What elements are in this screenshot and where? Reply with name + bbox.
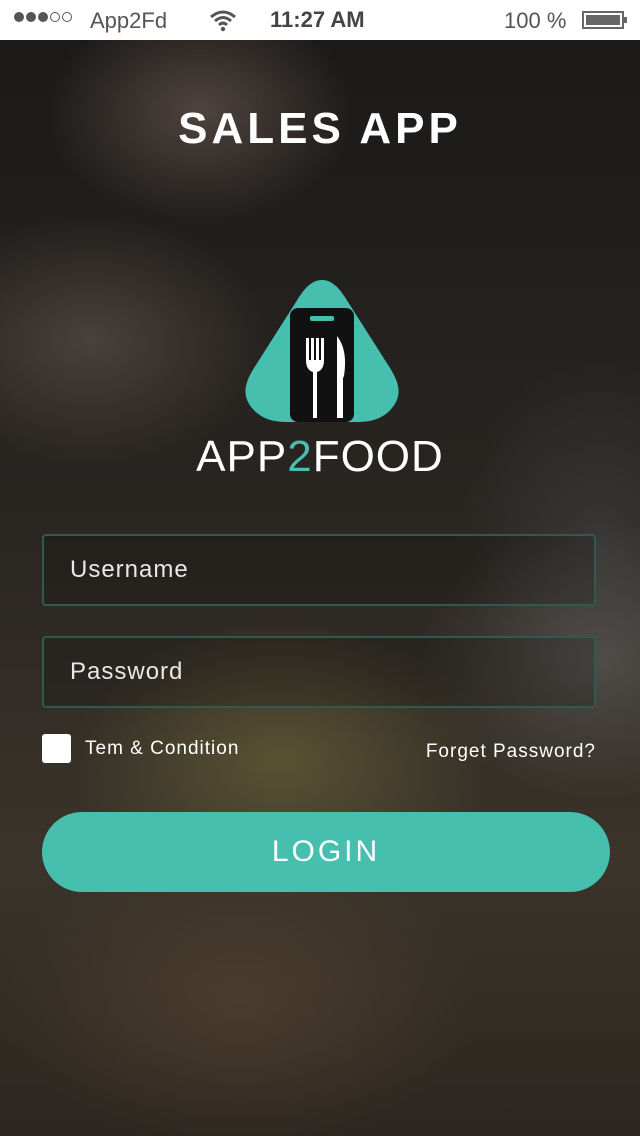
signal-strength-icon [14, 12, 72, 22]
brand-accent: 2 [287, 432, 313, 481]
status-bar: App2Fd 11:27 AM 100 % [0, 0, 640, 40]
carrier-name: App2Fd [90, 8, 168, 33]
username-field [42, 534, 596, 606]
password-input[interactable] [44, 638, 594, 706]
page-title: SALES APP [178, 104, 462, 153]
forgot-password-link[interactable]: Forget Password? [426, 741, 596, 763]
terms-checkbox[interactable] [42, 734, 71, 763]
wifi-icon [208, 8, 238, 38]
terms-label[interactable]: Tem & Condition [85, 738, 239, 760]
battery-percentage: 100 % [504, 8, 567, 33]
clock: 11:27 AM [270, 7, 365, 32]
brand-name: APP2FOOD [0, 432, 640, 482]
brand-part-2: FOOD [312, 432, 444, 481]
login-button[interactable]: LOGIN [42, 812, 610, 892]
username-input[interactable] [44, 536, 594, 604]
battery-icon [582, 11, 627, 29]
phone-fork-knife-icon [240, 280, 404, 430]
brand-part-1: APP [196, 432, 288, 481]
password-field [42, 636, 596, 708]
